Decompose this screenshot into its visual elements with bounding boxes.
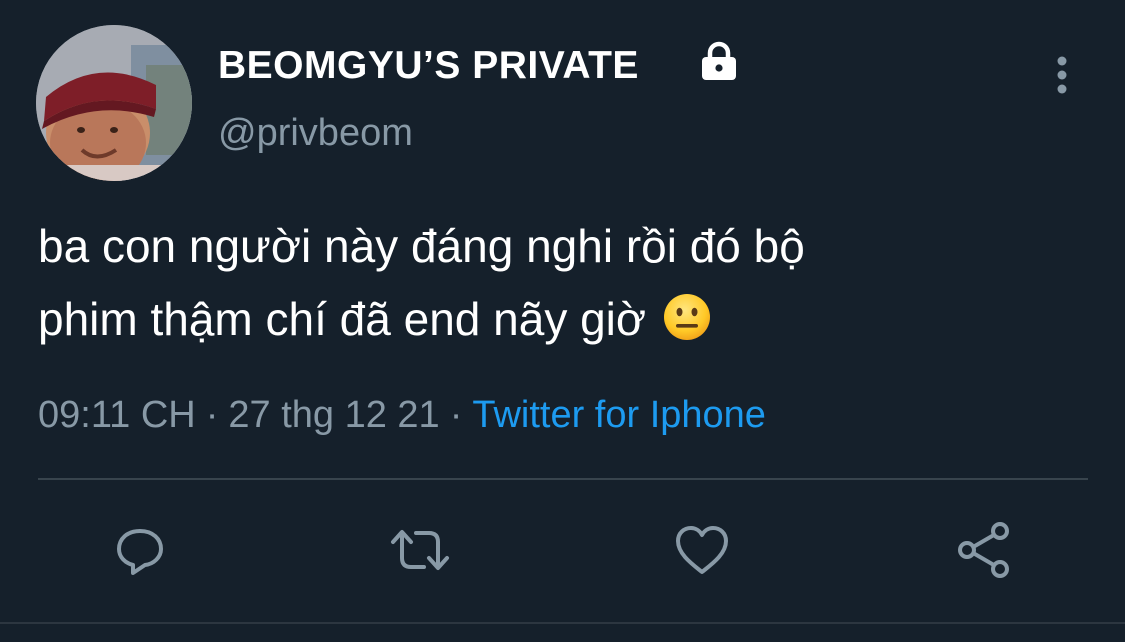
- display-name[interactable]: BEOMGYU’S PRIVATE: [218, 44, 639, 88]
- reply-icon: [112, 522, 168, 583]
- retweet-button[interactable]: [390, 522, 450, 582]
- bottom-divider: [0, 622, 1125, 624]
- meta-separator: ·: [449, 394, 463, 436]
- tweet-time[interactable]: 09:11 CH: [38, 394, 196, 436]
- tweet-text-line: phim thậm chí đã end nãy giờ: [38, 283, 1088, 356]
- divider: [38, 478, 1088, 480]
- tweet-detail: BEOMGYU’S PRIVATE @privbeom ba con người…: [0, 0, 1125, 642]
- share-icon: [954, 520, 1014, 585]
- share-button[interactable]: [954, 520, 1014, 585]
- username-handle[interactable]: @privbeom: [218, 112, 413, 155]
- avatar[interactable]: [36, 25, 192, 181]
- meta-separator: ·: [205, 394, 219, 436]
- more-vertical-icon[interactable]: [1044, 55, 1080, 95]
- tweet-text-line: ba con người này đáng nghi rồi đó bộ: [38, 220, 805, 272]
- lock-icon: [698, 40, 740, 82]
- neutral-face-emoji: [663, 289, 711, 340]
- tweet-meta: 09:11 CH · 27 thg 12 21 · Twitter for Iphone: [38, 394, 766, 437]
- like-button[interactable]: [672, 522, 732, 582]
- retweet-icon: [388, 522, 452, 583]
- avatar-image: [36, 25, 192, 181]
- reply-button[interactable]: [110, 522, 170, 582]
- tweet-text-segment: phim thậm chí đã end nãy giờ: [38, 293, 647, 345]
- tweet-date[interactable]: 27 thg 12 21: [228, 394, 439, 436]
- tweet-source-link[interactable]: Twitter for Iphone: [472, 394, 766, 436]
- tweet-text: ba con người này đáng nghi rồi đó bộ phi…: [38, 210, 1088, 356]
- heart-icon: [672, 522, 732, 583]
